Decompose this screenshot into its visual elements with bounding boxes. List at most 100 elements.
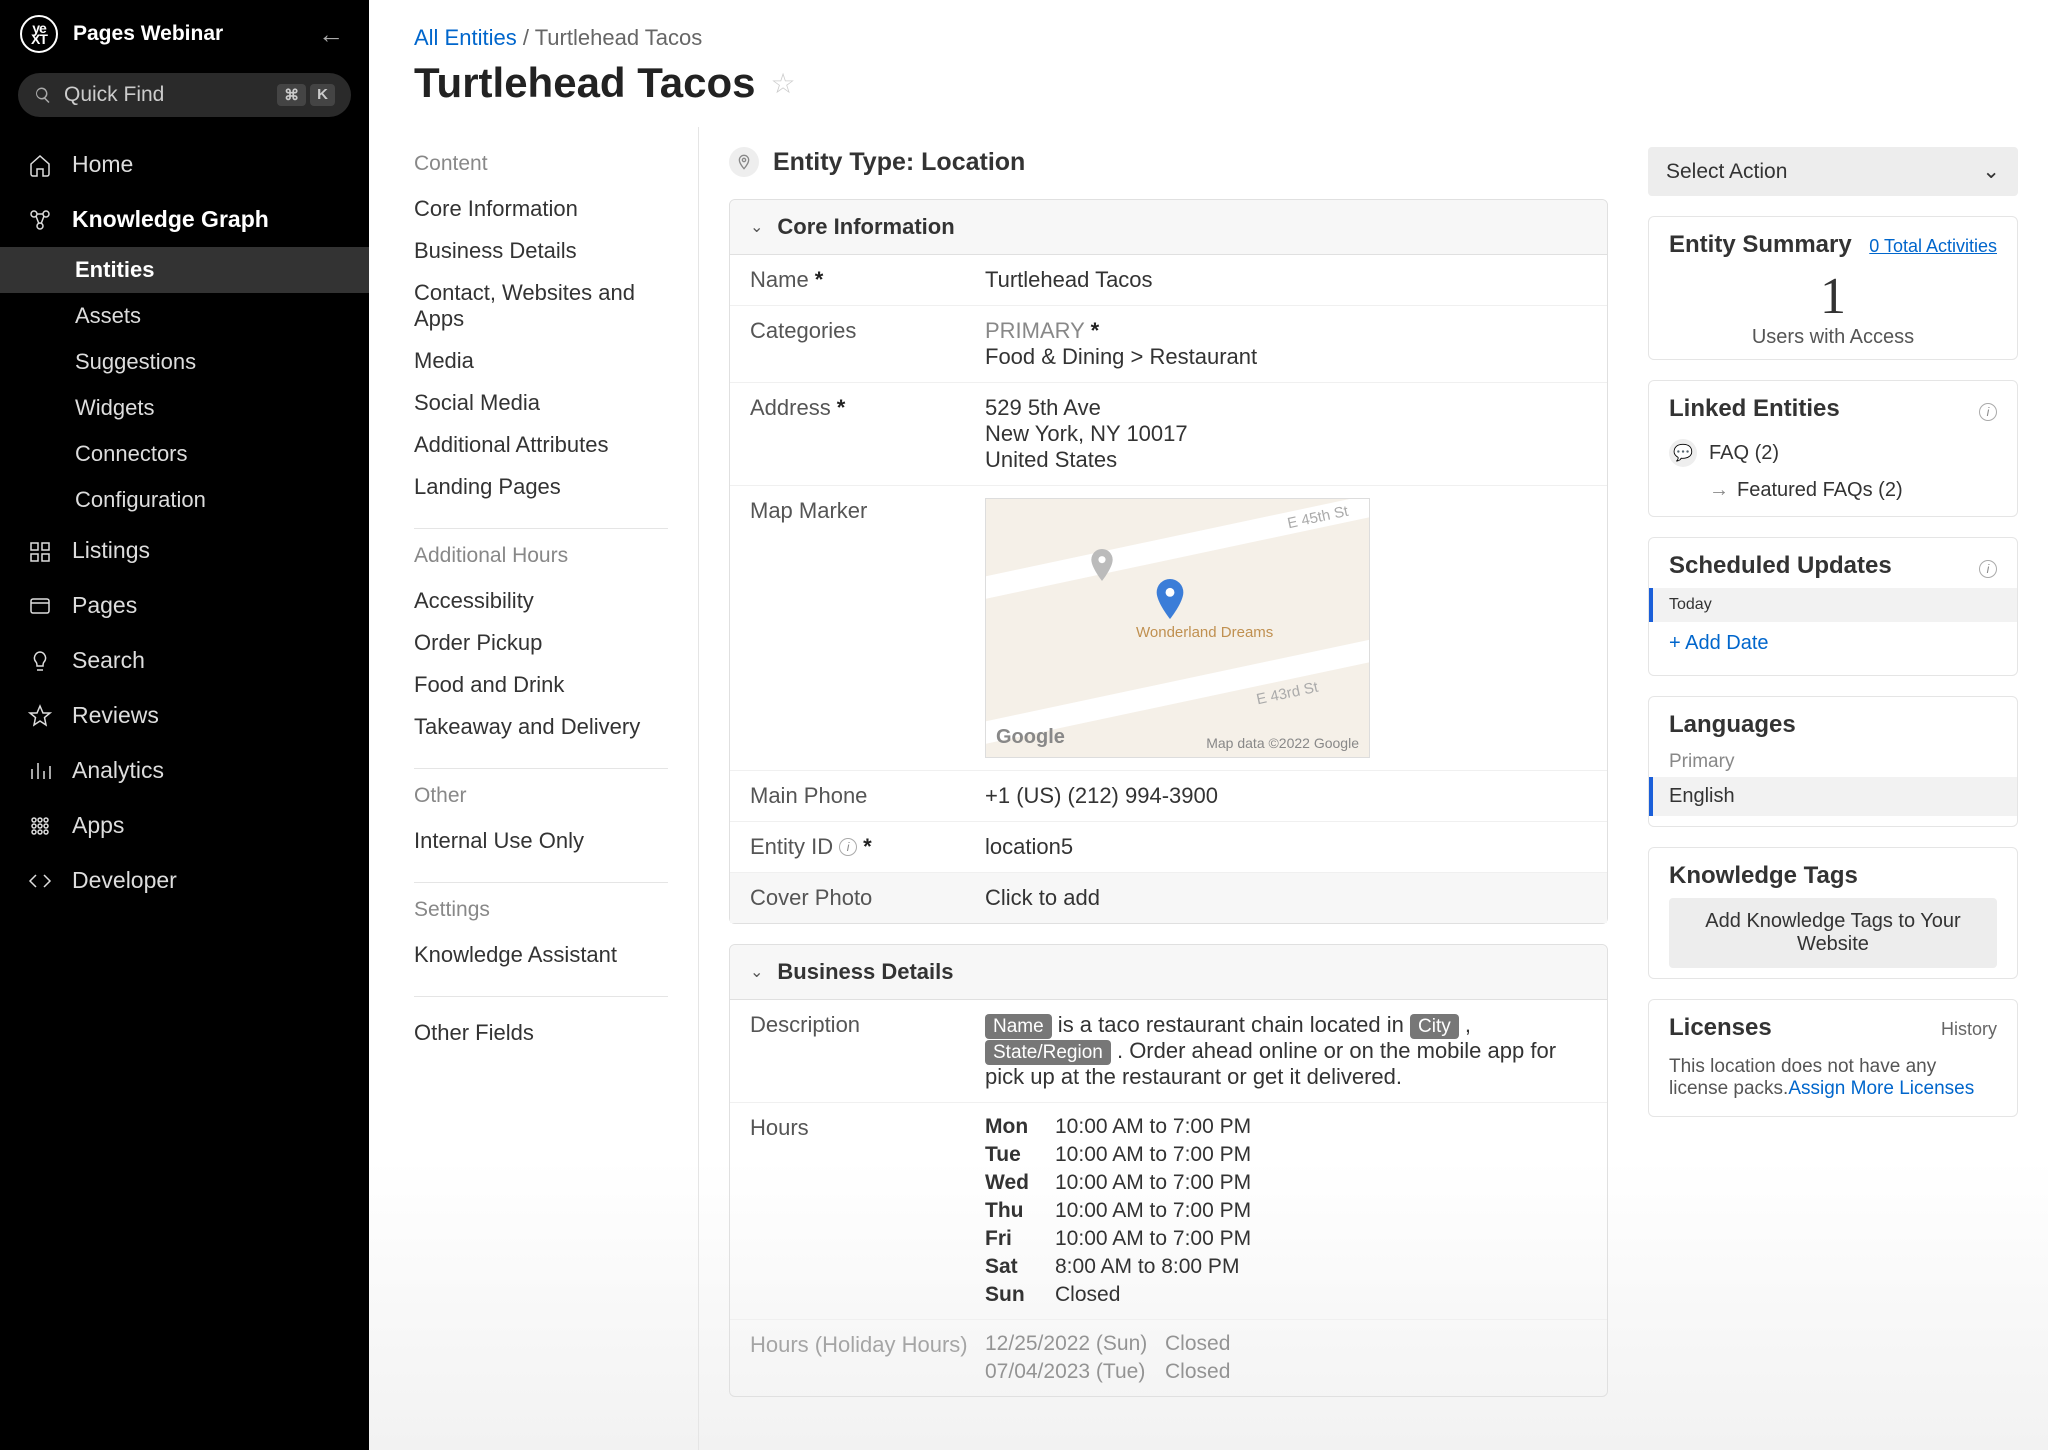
apps-icon [28, 814, 52, 838]
licenses-card: Licenses History This location does not … [1648, 999, 2018, 1117]
nav-entities[interactable]: Entities [0, 247, 369, 293]
nav-connectors[interactable]: Connectors [0, 431, 369, 477]
nav-assets[interactable]: Assets [0, 293, 369, 339]
search-icon [34, 86, 52, 104]
cnav-media[interactable]: Media [414, 340, 668, 382]
kbd-shortcut: ⌘ K [277, 84, 335, 106]
additional-section-label: Additional Hours [414, 544, 668, 568]
map-preview[interactable]: E 45th St E 43rd St Wonderland Dreams Go… [985, 498, 1370, 758]
map-attribution: Map data ©2022 Google [1206, 735, 1359, 751]
faq-icon: 💬 [1669, 439, 1697, 467]
cnav-takeaway-delivery[interactable]: Takeaway and Delivery [414, 706, 668, 748]
info-icon[interactable]: i [1979, 560, 1997, 578]
cnav-other-fields[interactable]: Other Fields [414, 1012, 668, 1054]
code-icon [28, 869, 52, 893]
cnav-landing-pages[interactable]: Landing Pages [414, 466, 668, 508]
nav-widgets[interactable]: Widgets [0, 385, 369, 431]
listings-icon [28, 539, 52, 563]
select-action-dropdown[interactable]: Select Action ⌄ [1648, 147, 2018, 196]
info-icon[interactable]: i [1979, 403, 1997, 421]
nav-search[interactable]: Search [0, 633, 369, 688]
language-english[interactable]: English [1649, 777, 2017, 816]
main-header: All Entities / Turtlehead Tacos Turtlehe… [369, 0, 2048, 127]
total-activities-link[interactable]: 0 Total Activities [1869, 236, 1997, 257]
cnav-knowledge-assistant[interactable]: Knowledge Assistant [414, 934, 668, 976]
google-logo: Google [996, 726, 1065, 749]
breadcrumb: All Entities / Turtlehead Tacos [414, 25, 2003, 51]
cnav-additional-attributes[interactable]: Additional Attributes [414, 424, 668, 466]
business-card-header[interactable]: ⌄ Business Details [730, 945, 1607, 1000]
linked-faq[interactable]: 💬 FAQ (2) [1649, 431, 2017, 475]
nav-home[interactable]: Home [0, 137, 369, 192]
location-pin-icon [729, 147, 759, 177]
field-cover-photo[interactable]: Cover Photo Click to add [730, 873, 1607, 923]
add-knowledge-tags-button[interactable]: Add Knowledge Tags to Your Website [1669, 898, 1997, 968]
field-description[interactable]: Description Name is a taco restaurant ch… [730, 1000, 1607, 1103]
entity-type-row: Entity Type: Location [729, 147, 1608, 177]
users-count: 1 [1649, 267, 2017, 326]
nav-pages[interactable]: Pages [0, 578, 369, 633]
field-holiday-hours[interactable]: Hours (Holiday Hours) 12/25/2022 (Sun)Cl… [730, 1320, 1607, 1396]
field-main-phone[interactable]: Main Phone +1 (US) (212) 994-3900 [730, 771, 1607, 822]
linked-entities-card: Linked Entities i 💬 FAQ (2) Featured FAQ… [1648, 380, 2018, 517]
cnav-business-details[interactable]: Business Details [414, 230, 668, 272]
nav-reviews[interactable]: Reviews [0, 688, 369, 743]
linked-featured-faqs[interactable]: Featured FAQs (2) [1649, 475, 2017, 506]
nav-knowledge-graph[interactable]: Knowledge Graph [0, 192, 369, 247]
right-panel: Select Action ⌄ Entity Summary 0 Total A… [1638, 127, 2048, 1450]
cnav-social-media[interactable]: Social Media [414, 382, 668, 424]
breadcrumb-current: Turtlehead Tacos [535, 25, 703, 50]
users-count-label: Users with Access [1649, 326, 2017, 349]
cnav-food-drink[interactable]: Food and Drink [414, 664, 668, 706]
bulb-icon [28, 649, 52, 673]
language-primary-label: Primary [1649, 747, 2017, 777]
other-section-label: Other [414, 784, 668, 808]
graph-icon [28, 208, 52, 232]
workspace-name: Pages Webinar [73, 22, 223, 46]
field-name[interactable]: Name* Turtlehead Tacos [730, 255, 1607, 306]
breadcrumb-root[interactable]: All Entities [414, 25, 517, 50]
nav-analytics[interactable]: Analytics [0, 743, 369, 798]
assign-licenses-link[interactable]: Assign More Licenses [1788, 1078, 1974, 1099]
nav-configuration[interactable]: Configuration [0, 477, 369, 523]
core-card-header[interactable]: ⌄ Core Information [730, 200, 1607, 255]
field-map-marker[interactable]: Map Marker E 45th St E 43rd St Wonderlan… [730, 486, 1607, 771]
main: All Entities / Turtlehead Tacos Turtlehe… [369, 0, 2048, 1450]
cnav-accessibility[interactable]: Accessibility [414, 580, 668, 622]
nav-developer[interactable]: Developer [0, 853, 369, 908]
placeholder-pill-city: City [1410, 1014, 1459, 1039]
add-date-link[interactable]: + Add Date [1649, 622, 2017, 665]
field-entity-id[interactable]: Entity IDi* location5 [730, 822, 1607, 873]
quick-find[interactable]: Quick Find ⌘ K [18, 73, 351, 117]
cnav-order-pickup[interactable]: Order Pickup [414, 622, 668, 664]
cnav-core-information[interactable]: Core Information [414, 188, 668, 230]
nav-listings[interactable]: Listings [0, 523, 369, 578]
star-icon [28, 704, 52, 728]
nav-suggestions[interactable]: Suggestions [0, 339, 369, 385]
placeholder-pill-state: State/Region [985, 1040, 1111, 1065]
collapse-sidebar-icon[interactable]: ← [318, 19, 344, 50]
field-address[interactable]: Address* 529 5th Ave New York, NY 10017 … [730, 383, 1607, 486]
chevron-down-icon: ⌄ [750, 962, 763, 982]
cnav-internal-use[interactable]: Internal Use Only [414, 820, 668, 862]
favorite-star-icon[interactable]: ☆ [771, 67, 796, 100]
center-panel: Entity Type: Location ⌄ Core Information… [699, 127, 1638, 1450]
map-pin-icon [1156, 579, 1184, 619]
scheduled-updates-card: Scheduled Updates i Today + Add Date [1648, 537, 2018, 676]
field-hours[interactable]: Hours Mon10:00 AM to 7:00 PMTue10:00 AM … [730, 1103, 1607, 1320]
licenses-history-link[interactable]: History [1941, 1019, 1997, 1040]
entity-summary-card: Entity Summary 0 Total Activities 1 User… [1648, 216, 2018, 360]
settings-section-label: Settings [414, 898, 668, 922]
cnav-contact[interactable]: Contact, Websites and Apps [414, 272, 668, 340]
chevron-down-icon: ⌄ [1982, 159, 2000, 184]
nav-apps[interactable]: Apps [0, 798, 369, 853]
business-details-card: ⌄ Business Details Description Name is a… [729, 944, 1608, 1397]
knowledge-tags-card: Knowledge Tags Add Knowledge Tags to You… [1648, 847, 2018, 979]
chevron-down-icon: ⌄ [750, 217, 763, 237]
field-categories[interactable]: Categories PRIMARY * Food & Dining > Res… [730, 306, 1607, 383]
scheduled-today[interactable]: Today [1649, 588, 2017, 622]
sidebar-header: ye XT Pages Webinar ← [0, 15, 369, 73]
info-icon[interactable]: i [839, 838, 857, 856]
logo: ye XT [20, 15, 58, 53]
content-nav: Content Core Information Business Detail… [369, 127, 699, 1450]
